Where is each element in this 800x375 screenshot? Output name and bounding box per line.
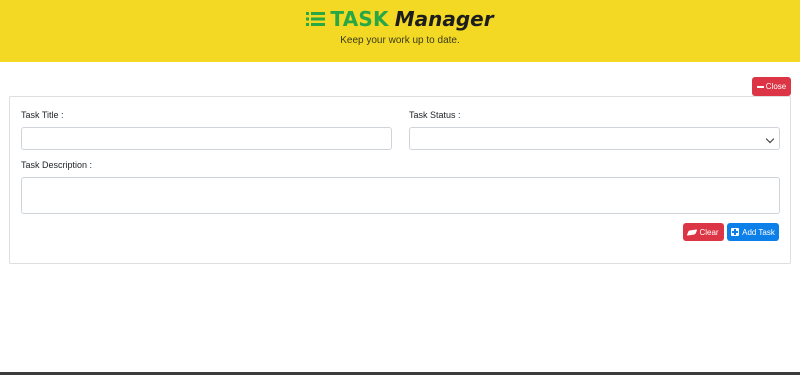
task-title-input[interactable] — [21, 127, 392, 150]
chevron-down-icon — [765, 134, 775, 144]
eraser-icon — [687, 228, 698, 236]
add-task-button[interactable]: Add Task — [727, 223, 779, 241]
task-title-label: Task Title : — [21, 110, 64, 120]
list-icon — [306, 11, 326, 27]
close-button[interactable]: Close — [752, 77, 791, 96]
task-status-label: Task Status : — [409, 110, 461, 120]
brand-logo: TASK Manager — [0, 7, 800, 31]
task-description-label: Task Description : — [21, 160, 93, 170]
plus-square-icon — [731, 228, 740, 236]
clear-button-label: Clear — [699, 227, 719, 237]
brand-manager-text: Manager — [394, 7, 494, 31]
task-status-select[interactable] — [409, 127, 780, 150]
app-header: TASK Manager Keep your work up to date. — [0, 0, 800, 62]
close-button-label: Close — [765, 82, 787, 91]
clear-button[interactable]: Clear — [683, 223, 724, 241]
header-tagline: Keep your work up to date. — [340, 35, 460, 46]
brand-task-text: TASK — [330, 7, 389, 31]
task-form-card: Task Title : Task Status : Task Descript… — [9, 96, 791, 264]
minus-icon — [756, 85, 764, 88]
task-description-input[interactable] — [21, 177, 780, 214]
add-task-button-label: Add Task — [742, 227, 775, 237]
